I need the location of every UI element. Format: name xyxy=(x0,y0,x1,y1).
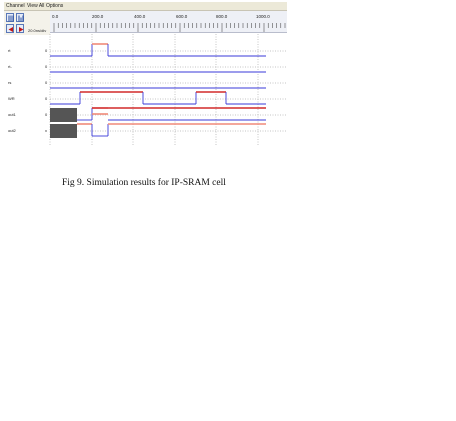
figure-caption: Fig 9. Simulation results for IP-SRAM ce… xyxy=(62,178,226,188)
simulation-window: Channel View All Options 20.0ns/div 0.0 … xyxy=(4,2,287,172)
waveform-area[interactable] xyxy=(4,2,287,172)
waveform-out1-unknown xyxy=(50,108,77,122)
waveform-out2-unknown xyxy=(50,124,77,138)
